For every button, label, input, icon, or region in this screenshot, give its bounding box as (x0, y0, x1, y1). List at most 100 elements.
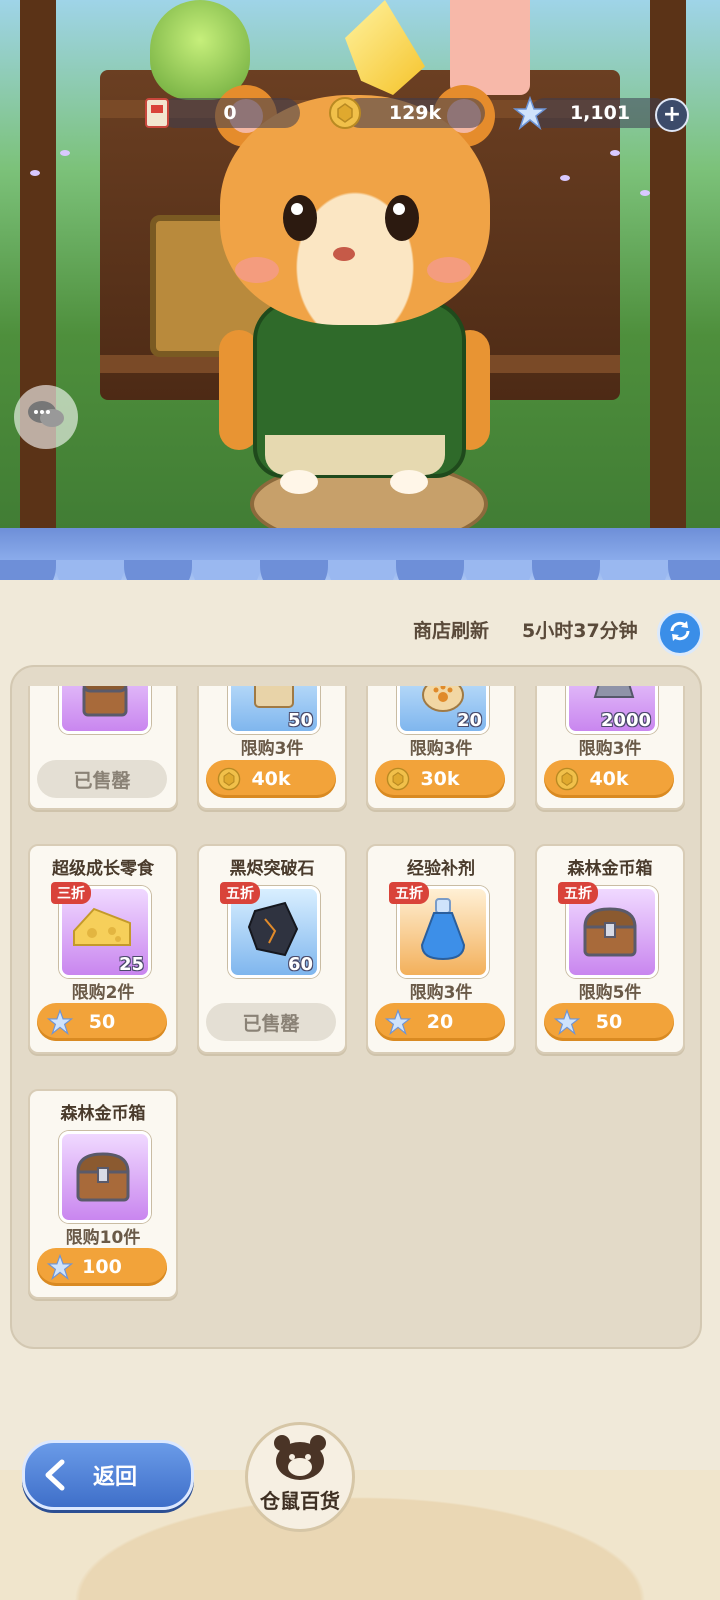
item-name: 黑烬突破石 (229, 859, 315, 879)
back-button[interactable]: 返回 (22, 1440, 194, 1510)
add-star-button[interactable]: + (655, 98, 689, 132)
hamster-eye (283, 195, 317, 241)
sold-out-button: 已售罄 (206, 1003, 336, 1041)
hamster-cheek (235, 257, 279, 283)
star-gem-icon (554, 1009, 580, 1035)
item-name: 超级成长零食 (52, 859, 154, 879)
shop-item-card[interactable]: 森林金币箱 五折 限购5件 50 (535, 844, 685, 1054)
item-icon-box (59, 1131, 151, 1223)
hamster-foot (390, 470, 428, 494)
coin-count: 129k (388, 102, 442, 124)
hamster-head-icon (272, 1433, 328, 1485)
price-label: 50 (88, 1011, 116, 1033)
item-icon-box: 50 (228, 686, 320, 734)
price-label: 50 (595, 1011, 623, 1033)
item-name: 森林金币箱 (567, 859, 653, 879)
refresh-label: 商店刷新 (413, 620, 490, 642)
purchase-limit: 限购5件 (578, 983, 642, 1003)
flower-decor (30, 170, 40, 176)
ticket-counter: 0 (160, 98, 300, 128)
buy-button[interactable]: 40k (206, 760, 336, 798)
wood-post (650, 0, 686, 560)
star-gem-icon (512, 95, 548, 131)
item-grid[interactable]: 已售罄 50 限购3件 40k 20 限购3件 30k 2000 限购3件 40… (10, 686, 698, 1346)
price-label: 40k (589, 768, 629, 790)
coin-icon (327, 95, 363, 131)
chat-bubble-icon (26, 398, 66, 436)
buy-button[interactable]: 30k (375, 760, 505, 798)
shop-item-card[interactable]: 2000 限购3件 40k (535, 686, 685, 810)
sold-out-label: 已售罄 (73, 769, 131, 792)
flower-decor (560, 175, 570, 181)
price-label: 30k (420, 768, 460, 790)
potion-icon (416, 895, 470, 969)
refresh-timer: 5小时37分钟 (522, 620, 638, 642)
star-gem-icon (47, 1009, 73, 1035)
hamster-cheek (427, 257, 471, 283)
chest-icon (72, 1148, 134, 1208)
coin-counter: 129k (345, 98, 485, 128)
item-icon-box: 20 (397, 686, 489, 734)
shop-emblem: 仓鼠百货 (245, 1422, 355, 1532)
item-name: 森林金币箱 (60, 1104, 146, 1124)
refresh-icon (667, 618, 693, 648)
sold-out-label: 已售罄 (242, 1012, 300, 1035)
shop-name: 仓鼠百货 (260, 1489, 340, 1513)
item-icon-box: 2000 (566, 686, 658, 734)
shop-item-card[interactable]: 黑烬突破石 60 五折 已售罄 (197, 844, 347, 1054)
buy-button[interactable]: 100 (37, 1248, 167, 1286)
shop-item-card[interactable]: 已售罄 (28, 686, 178, 810)
hamster-apron (265, 435, 445, 475)
shop-item-card[interactable]: 超级成长零食 25 三折 限购2件 50 (28, 844, 178, 1054)
shop-scene (0, 0, 720, 560)
refresh-button[interactable] (657, 610, 703, 656)
back-arrow-icon (37, 1455, 77, 1495)
shop-item-card[interactable]: 20 限购3件 30k (366, 686, 516, 810)
discount-tag: 五折 (558, 882, 598, 904)
chat-button[interactable] (14, 385, 78, 449)
purchase-limit: 限购3件 (240, 739, 304, 759)
item-icon-box (59, 686, 151, 734)
hamster-shopkeeper[interactable] (205, 75, 505, 505)
coin-icon (216, 766, 242, 792)
sold-out-button: 已售罄 (37, 760, 167, 798)
buy-button[interactable]: 50 (37, 1003, 167, 1041)
star-gem-icon (47, 1254, 73, 1280)
item-quantity: 25 (118, 954, 144, 975)
purchase-limit: 限购3件 (409, 983, 473, 1003)
chest-icon (579, 903, 641, 963)
star-gem-icon (385, 1009, 411, 1035)
flower-decor (60, 150, 70, 156)
ingot-icon (587, 686, 637, 711)
buy-button[interactable]: 40k (544, 760, 674, 798)
price-label: 20 (426, 1011, 454, 1033)
shop-item-card[interactable]: 经验补剂 五折 限购3件 20 (366, 844, 516, 1054)
hamster-nose (333, 247, 355, 261)
purchase-limit: 限购2件 (71, 983, 135, 1003)
cheese-icon (70, 901, 136, 961)
item-quantity: 50 (287, 710, 313, 731)
hamster-foot (280, 470, 318, 494)
buy-button[interactable]: 20 (375, 1003, 505, 1041)
coin-icon (385, 766, 411, 792)
ticket-count: 0 (223, 102, 237, 124)
star-counter: 1,101 (530, 98, 670, 128)
coin-icon (554, 766, 580, 792)
wood-post (20, 0, 56, 560)
buy-button[interactable]: 50 (544, 1003, 674, 1041)
purchase-limit: 限购3件 (409, 739, 473, 759)
flower-decor (640, 190, 650, 196)
flower-decor (610, 150, 620, 156)
discount-tag: 五折 (389, 882, 429, 904)
chest-icon (80, 686, 130, 725)
purchase-limit: 限购3件 (578, 739, 642, 759)
shop-item-card[interactable]: 森林金币箱 限购10件 100 (28, 1089, 178, 1299)
item-quantity: 20 (456, 710, 482, 731)
back-label: 返回 (93, 1465, 138, 1490)
purchase-limit: 限购10件 (65, 1228, 141, 1248)
item-quantity: 2000 (600, 710, 651, 731)
star-count: 1,101 (569, 102, 631, 124)
item-quantity: 60 (287, 954, 313, 975)
ticket-icon (140, 95, 174, 131)
shop-item-card[interactable]: 50 限购3件 40k (197, 686, 347, 810)
